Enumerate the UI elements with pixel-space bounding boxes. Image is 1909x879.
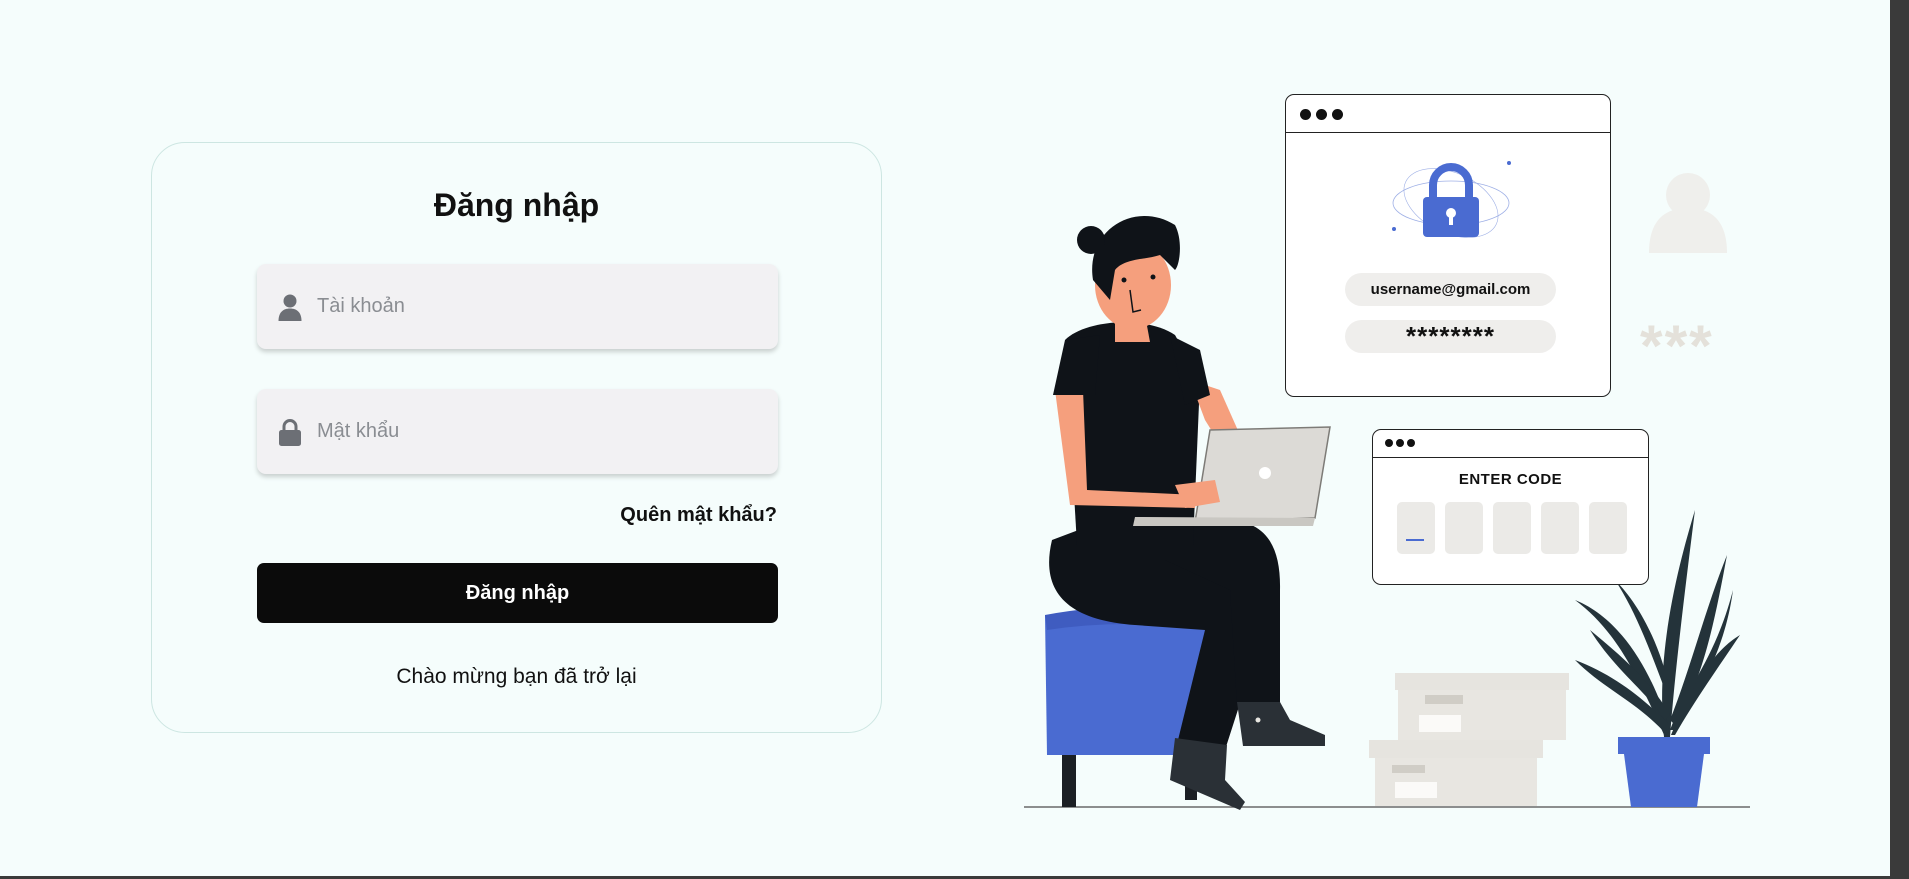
welcome-text: Chào mừng bạn đã trở lại [396,665,637,688]
code-digit-box [1397,502,1435,554]
login-card: Đăng nhập Quên mật khẩu? Đăng nhập Chào … [151,142,882,733]
window-dot-icon [1332,109,1343,120]
lock-icon [279,419,301,446]
password-input[interactable] [317,389,757,474]
password-mask-pill: ******** [1345,320,1556,353]
window-titlebar [1286,95,1610,133]
window-dot-icon [1396,439,1404,447]
padlock-icon [1392,161,1511,238]
login-illustration: username@gmail.com ******** ENTER CODE *… [1015,90,1760,825]
code-digit-box [1445,502,1483,554]
window-dot-icon [1385,439,1393,447]
user-icon [278,294,302,321]
code-browser-window: ENTER CODE [1372,429,1649,585]
code-digit-box [1589,502,1627,554]
code-digit-box [1541,502,1579,554]
login-button[interactable]: Đăng nhập [257,563,778,623]
decor-stars: *** [1640,314,1714,379]
storage-boxes [1369,673,1569,806]
login-title: Đăng nhập [433,187,600,223]
login-browser-window: username@gmail.com ******** [1285,94,1611,397]
username-input[interactable] [317,264,757,349]
window-dot-icon [1407,439,1415,447]
window-dot-icon [1316,109,1327,120]
enter-code-label: ENTER CODE [1458,471,1563,488]
username-field[interactable] [257,264,778,349]
code-digit-box [1493,502,1531,554]
password-field[interactable] [257,389,778,474]
window-dot-icon [1300,109,1311,120]
window-titlebar [1373,430,1648,458]
forgot-password-link[interactable]: Quên mật khẩu? [620,504,777,527]
user-silhouette-icon [1649,173,1727,253]
window-edge [1890,0,1909,879]
email-pill: username@gmail.com [1345,273,1556,306]
